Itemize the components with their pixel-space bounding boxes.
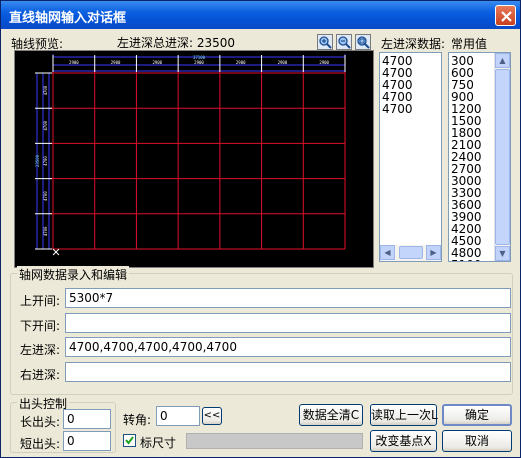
title-bar[interactable]: 直线轴网输入对话框 [1,1,520,29]
top-dimension-label: 2900 [152,60,162,65]
long-overhang-label: 长出头: [20,415,61,429]
scroll-thumb[interactable] [495,69,510,245]
left-dimension-label: 4700 [43,85,48,95]
left-depth-list-label: 左进深数据: [381,37,446,51]
list-item[interactable]: 4700 [380,103,441,115]
close-icon [501,11,512,22]
left-total-dimension: 23500 [35,154,40,167]
left-dimension-label: 4700 [43,156,48,166]
upper-bay-label: 上开间: [20,294,61,308]
checkmark-icon [125,436,134,445]
scroll-down-arrow[interactable]: ▼ [495,246,510,261]
top-dimension-label: 2900 [69,60,79,65]
short-overhang-input[interactable]: 0 [63,431,111,451]
upper-bay-input[interactable]: 5300*7 [65,288,511,308]
lower-bay-input[interactable] [65,313,511,333]
common-values-label: 常用值 [451,37,488,51]
rotation-input[interactable]: 0 [156,406,200,426]
lower-bay-label: 下开间: [20,319,61,333]
long-overhang-input[interactable]: 0 [63,409,111,429]
ok-button[interactable]: 确定 [442,404,512,426]
change-base-point-button[interactable]: 改变基点X [370,430,437,452]
common-values-vscrollbar[interactable]: ▲ ▼ [494,53,510,261]
zoom-fit-button[interactable] [355,34,371,50]
rotation-label: 转角: [123,413,152,427]
top-dimension-label: 2900 [194,60,204,65]
short-overhang-label: 短出头: [20,437,61,451]
left-dimension-label: 4700 [43,226,48,236]
overhang-group-label: 出头控制 [17,395,70,412]
cancel-button[interactable]: 取消 [442,430,512,452]
clear-all-button[interactable]: 数据全清C [299,404,363,426]
ucs-origin-icon [52,248,60,256]
dimension-checkbox-label: 标尺寸 [140,436,177,450]
axis-grid-dialog: 直线轴网输入对话框 轴线预览: 左进深总进深: 23500 37100 2350… [0,0,521,458]
rotation-pick-button[interactable]: << [202,407,222,425]
left-depth-label: 左进深: [20,343,61,357]
right-depth-input[interactable] [65,362,511,382]
axis-preview-canvas[interactable]: 37100 23500 2900 2900 2900 2900 2900 2900 2900… [14,50,374,268]
zoom-in-button[interactable] [317,34,333,50]
left-depth-hscrollbar[interactable]: ◀ ▶ [380,245,441,261]
read-last-button[interactable]: 读取上一次L [370,404,438,426]
zoom-out-button[interactable] [336,34,352,50]
common-values-list[interactable]: 300 600 750 900 1200 1500 1800 2100 2400 2700 3000… [448,52,511,262]
scroll-right-arrow[interactable]: ▶ [426,245,441,260]
zoom-out-icon [338,36,351,49]
close-button[interactable] [495,5,516,26]
left-dimension-label: 4700 [43,191,48,201]
left-depth-list[interactable]: 4700 4700 4700 4700 4700 ◀ ▶ [379,52,442,262]
total-depth-label: 左进深总进深: 23500 [117,36,236,50]
right-depth-label: 右进深: [20,368,61,382]
left-depth-input[interactable]: 4700,4700,4700,4700,4700 [65,337,511,357]
left-dimension-label: 4700 [43,120,48,130]
zoom-fit-icon [357,36,370,49]
top-dimension-label: 2900 [278,60,288,65]
scroll-left-arrow[interactable]: ◀ [380,245,395,260]
top-dimension-label: 2900 [111,60,121,65]
zoom-in-icon [319,36,332,49]
scroll-up-arrow[interactable]: ▲ [495,53,510,68]
scroll-thumb[interactable] [399,246,423,259]
top-dimension-label: 2900 [236,60,246,65]
top-dimension-label: 2900 [319,60,329,65]
axis-grid-drawing: 37100 23500 2900 2900 2900 2900 2900 2900 2900… [35,54,346,256]
window-title: 直线轴网输入对话框 [9,11,127,26]
data-entry-group-label: 轴网数据录入和编辑 [17,266,130,283]
progress-bar [186,433,363,449]
dimension-checkbox[interactable] [123,434,136,447]
